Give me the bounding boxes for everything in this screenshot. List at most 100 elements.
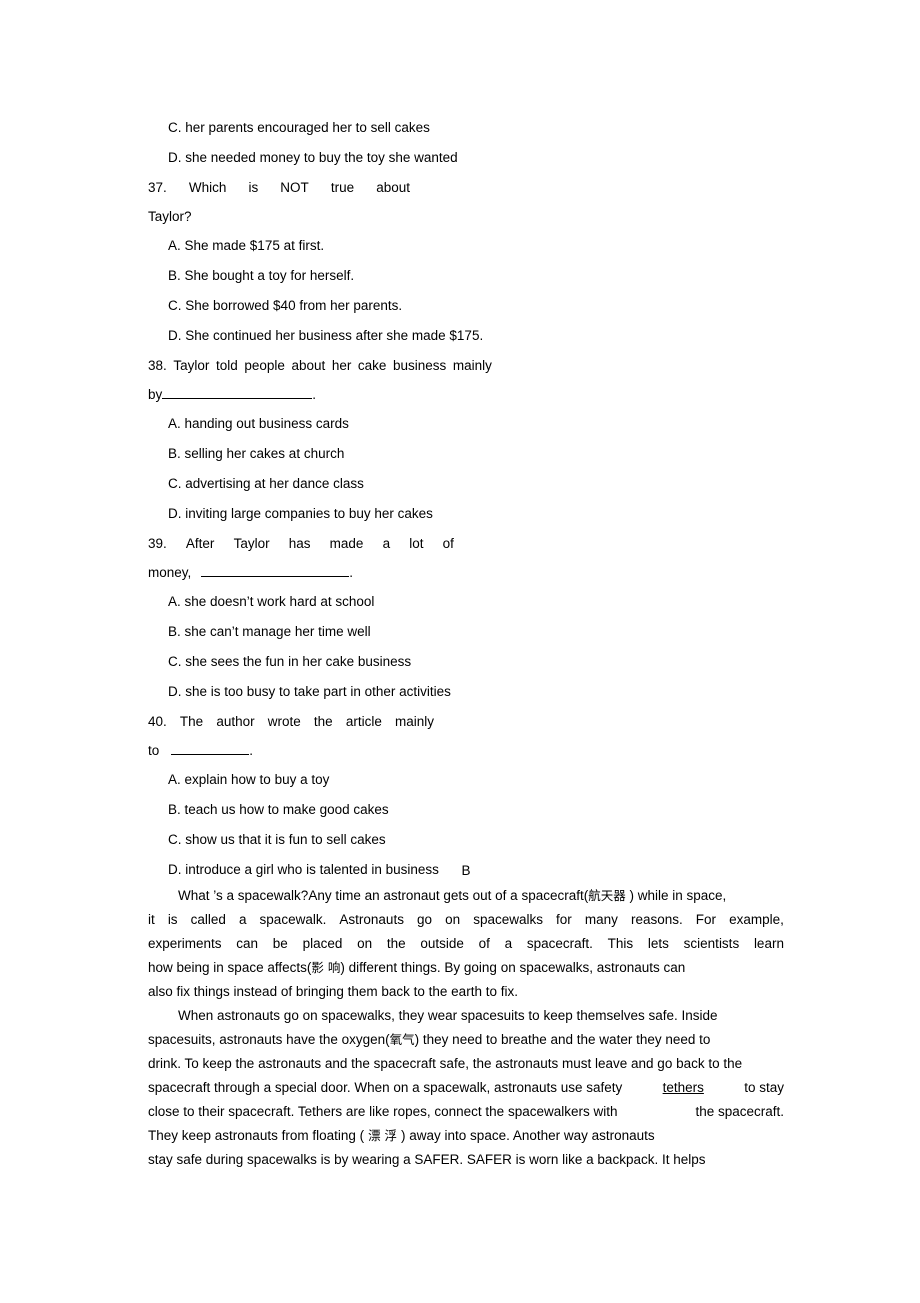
stem-word: mainly: [394, 714, 434, 729]
passage-word: for: [556, 912, 572, 927]
stem-word: about: [291, 358, 326, 373]
option-item: C. she sees the fun in her cake business: [168, 654, 412, 669]
passage-word: example,: [729, 912, 784, 927]
stem-word: business: [393, 358, 447, 373]
stem-word: The: [179, 714, 204, 729]
passage-text: the spacecraft.: [695, 1104, 784, 1119]
passage-word: spacewalks: [473, 912, 543, 927]
option-item: C. show us that it is fun to sell cakes: [168, 832, 386, 847]
stem-word: lot: [409, 536, 424, 551]
option-item: B. teach us how to make good cakes: [168, 802, 389, 817]
passage-word: called: [190, 912, 226, 927]
stem-word: money,: [148, 565, 192, 580]
passage-line: They keep astronauts from floating ( 漂 浮…: [148, 1124, 784, 1148]
passage-text: close to their spacecraft. Tethers are l…: [148, 1104, 618, 1119]
passage-text: spacecraft through a special door. When …: [148, 1080, 623, 1095]
passage-text: ) away into space. Another way astronaut…: [401, 1128, 655, 1143]
reading-passage: What ’s a spacewalk?Any time an astronau…: [148, 884, 784, 1172]
passage-line: experiments can be placed on the outside…: [148, 932, 784, 956]
passage-word: a: [238, 912, 247, 927]
gloss-chinese: 漂 浮: [364, 1128, 402, 1143]
passage-text: spacesuits, astronauts have the oxygen(: [148, 1032, 390, 1047]
passage-text: how being in space affects(: [148, 960, 312, 975]
answer-blank: [171, 741, 250, 755]
stem-word: Which: [188, 180, 227, 195]
option-item: D. inviting large companies to buy her c…: [168, 506, 433, 521]
stem-word: about: [376, 180, 410, 195]
question-40-stem-line1: 40. The author wrote the article mainly: [148, 707, 434, 736]
question-37-stem-line2: Taylor?: [148, 209, 192, 224]
passage-line: stay safe during spacewalks is by wearin…: [148, 1152, 706, 1167]
option-item: A. She made $175 at first.: [168, 238, 325, 253]
stem-word: wrote: [267, 714, 301, 729]
section-heading-b: B: [461, 863, 471, 878]
passage-line: how being in space affects(影 响) differen…: [148, 956, 784, 980]
passage-word: go: [417, 912, 433, 927]
stem-word: has: [288, 536, 311, 551]
question-39-stem-line1: 39. After Taylor has made a lot of: [148, 529, 454, 558]
passage-paragraph-2: When astronauts go on spacewalks, they w…: [148, 1004, 784, 1172]
stem-word: Taylor: [233, 536, 270, 551]
passage-word: can: [236, 936, 259, 951]
passage-word: on: [445, 912, 461, 927]
stem-word: cake: [357, 358, 387, 373]
option-item: A. she doesn’t work hard at school: [168, 594, 375, 609]
stem-word: to: [148, 743, 160, 758]
passage-text: ) while in space,: [625, 888, 727, 903]
stem-word: is: [248, 180, 259, 195]
stem-word: a: [382, 536, 391, 551]
passage-line: drink. To keep the astronauts and the sp…: [148, 1056, 743, 1071]
passage-word: This: [607, 936, 634, 951]
passage-line: spacecraft through a special door. When …: [148, 1076, 784, 1100]
question-number: 37.: [148, 180, 167, 195]
passage-word: be: [272, 936, 288, 951]
passage-text: What ’s a spacewalk?Any time an astronau…: [178, 888, 589, 903]
stem-word: the: [313, 714, 333, 729]
stem-word: told: [215, 358, 238, 373]
passage-word: spacewalk.: [259, 912, 327, 927]
passage-line: it is called a spacewalk. Astronauts go …: [148, 908, 784, 932]
stem-word: of: [442, 536, 454, 551]
gloss-chinese: 航天器: [588, 888, 626, 903]
question-38-stem-line2: by.: [148, 380, 493, 409]
passage-word: a: [504, 936, 513, 951]
stem-punct: .: [312, 387, 317, 402]
document-page: C. her parents encouraged her to sell ca…: [0, 0, 920, 1303]
passage-text: They keep astronauts from floating (: [148, 1128, 365, 1143]
question-number: 40.: [148, 714, 167, 729]
answer-blank: [201, 563, 350, 577]
stem-word: true: [330, 180, 355, 195]
gloss-chinese: 氧气: [389, 1032, 415, 1047]
passage-text: When astronauts go on spacewalks, they w…: [178, 1008, 718, 1023]
passage-line: spacesuits, astronauts have the oxygen(氧…: [148, 1028, 784, 1052]
option-item: D. she is too busy to take part in other…: [168, 684, 451, 699]
stem-word: NOT: [280, 180, 309, 195]
stem-word: by: [148, 387, 163, 402]
option-item: A. handing out business cards: [168, 416, 349, 431]
passage-word: placed: [302, 936, 343, 951]
passage-text: ) they need to breathe and the water the…: [414, 1032, 711, 1047]
option-item: A. explain how to buy a toy: [168, 772, 330, 787]
passage-line: When astronauts go on spacewalks, they w…: [148, 1004, 784, 1028]
passage-text: to stay: [744, 1080, 784, 1095]
glossed-term-tethers: tethers: [662, 1080, 704, 1095]
passage-word: lets: [647, 936, 669, 951]
option-item: B. she can’t manage her time well: [168, 624, 371, 639]
passage-word: learn: [753, 936, 784, 951]
question-39-stem-line2: money,.: [148, 558, 493, 587]
passage-line: close to their spacecraft. Tethers are l…: [148, 1100, 784, 1124]
passage-word: on: [357, 936, 373, 951]
passage-line: also fix things instead of bringing them…: [148, 984, 518, 999]
option-item: D. She continued her business after she …: [168, 328, 484, 343]
option-item: C. advertising at her dance class: [168, 476, 364, 491]
option-item: C. She borrowed $40 from her parents.: [168, 298, 403, 313]
option-item: B. She bought a toy for herself.: [168, 268, 355, 283]
questions-column: C. her parents encouraged her to sell ca…: [148, 113, 493, 885]
passage-text: ) different things. By going on spacewal…: [340, 960, 686, 975]
question-38-stem-line1: 38. Taylor told people about her cake bu…: [148, 351, 492, 380]
question-40-stem-line2: to.: [148, 736, 493, 765]
question-number: 38.: [148, 358, 167, 373]
passage-line: What ’s a spacewalk?Any time an astronau…: [148, 884, 784, 908]
passage-paragraph-1: What ’s a spacewalk?Any time an astronau…: [148, 884, 784, 1004]
stem-word: made: [329, 536, 364, 551]
